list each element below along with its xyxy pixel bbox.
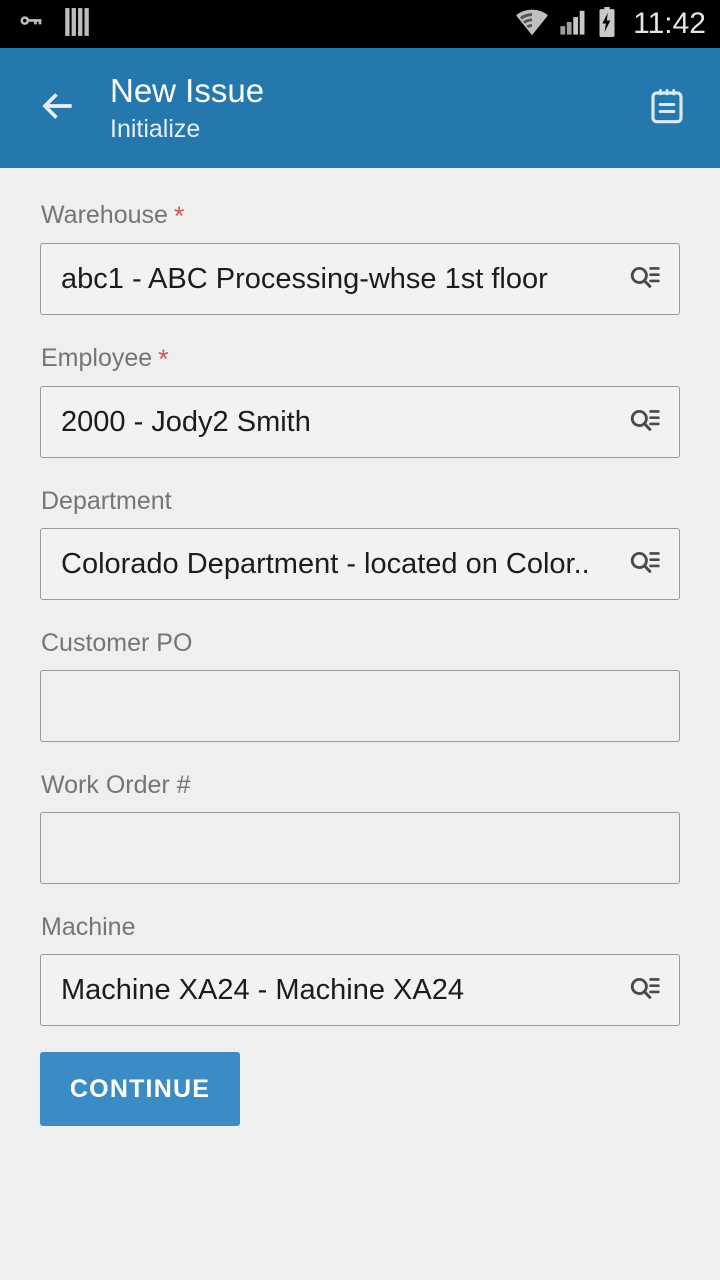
- lookup-search-list-icon[interactable]: [625, 544, 665, 584]
- notepad-icon: [647, 86, 687, 131]
- input-employee[interactable]: 2000 - Jody2 Smith: [40, 386, 680, 458]
- lookup-search-list-icon[interactable]: [625, 970, 665, 1010]
- input-machine[interactable]: Machine XA24 - Machine XA24: [40, 954, 680, 1026]
- input-warehouse[interactable]: abc1 - ABC Processing-whse 1st floor: [40, 243, 680, 315]
- vpn-key-icon: [16, 7, 46, 42]
- status-bar: 11:42: [0, 0, 720, 48]
- continue-button[interactable]: CONTINUE: [40, 1052, 240, 1126]
- label-text: Machine: [41, 913, 136, 941]
- label-warehouse: Warehouse *: [40, 198, 680, 233]
- page-title: New Issue: [110, 72, 265, 109]
- field-work-order-number: Work Order #: [40, 768, 680, 884]
- status-bar-clock: 11:42: [633, 7, 706, 40]
- status-bar-left-icons: [16, 7, 90, 42]
- field-customer-po: Customer PO: [40, 626, 680, 742]
- arrow-left-icon: [35, 84, 79, 133]
- lookup-search-list-icon[interactable]: [625, 402, 665, 442]
- label-customer-po: Customer PO: [40, 626, 680, 660]
- label-text: Warehouse: [41, 201, 168, 229]
- field-machine: Machine Machine XA24 - Machine XA24: [40, 910, 680, 1026]
- notepad-button[interactable]: [640, 81, 694, 135]
- cellular-signal-icon: [559, 8, 587, 41]
- input-customer-po[interactable]: [40, 670, 680, 742]
- form-content: Warehouse * abc1 - ABC Processing-whse 1s…: [0, 168, 720, 1280]
- label-text: Work Order #: [41, 771, 191, 799]
- field-warehouse: Warehouse * abc1 - ABC Processing-whse 1s…: [40, 198, 680, 315]
- lookup-search-list-icon[interactable]: [625, 259, 665, 299]
- value-warehouse: abc1 - ABC Processing-whse 1st floor: [61, 263, 548, 295]
- wifi-icon: [515, 8, 549, 41]
- value-machine: Machine XA24 - Machine XA24: [61, 974, 464, 1006]
- page-subtitle: Initialize: [110, 115, 201, 143]
- barcode-icon: [64, 7, 90, 42]
- app-bar: New Issue Initialize: [0, 48, 720, 168]
- value-employee: 2000 - Jody2 Smith: [61, 406, 311, 438]
- field-employee: Employee * 2000 - Jody2 Smith: [40, 341, 680, 458]
- field-department: Department Colorado Department - located…: [40, 484, 680, 600]
- required-asterisk: *: [158, 344, 169, 374]
- value-department: Colorado Department - located on Color..: [61, 548, 590, 580]
- app-bar-titles: New Issue Initialize: [110, 71, 264, 145]
- label-department: Department: [40, 484, 680, 518]
- input-department[interactable]: Colorado Department - located on Color..: [40, 528, 680, 600]
- label-text: Customer PO: [41, 629, 193, 657]
- label-machine: Machine: [40, 910, 680, 944]
- label-text: Employee: [41, 344, 153, 372]
- back-button[interactable]: [34, 85, 80, 131]
- required-asterisk: *: [173, 201, 185, 231]
- battery-charging-icon: [597, 6, 617, 42]
- input-work-order-number[interactable]: [40, 812, 680, 884]
- label-employee: Employee *: [40, 341, 680, 376]
- label-work-order-number: Work Order #: [40, 768, 680, 802]
- label-text: Department: [41, 487, 172, 515]
- status-bar-right-icons: 11:42: [515, 6, 706, 42]
